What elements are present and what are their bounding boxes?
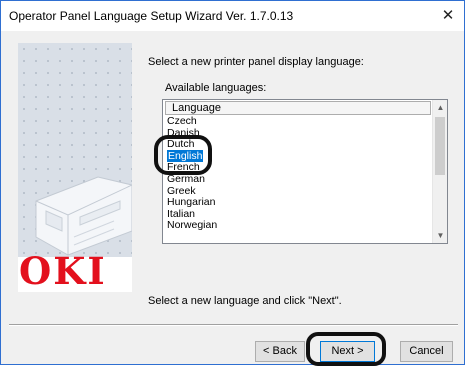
next-highlight-ring	[306, 332, 386, 366]
instruction-text: Select a new printer panel display langu…	[148, 56, 364, 68]
oki-logo: OKI	[19, 249, 107, 292]
title-bar: Operator Panel Language Setup Wizard Ver…	[1, 1, 464, 31]
divider	[9, 324, 458, 326]
back-button[interactable]: < Back	[255, 341, 305, 362]
scroll-down-icon[interactable]: ▼	[433, 228, 447, 243]
list-item[interactable]: Norwegian	[165, 220, 433, 232]
scroll-up-icon[interactable]: ▲	[433, 100, 447, 115]
list-item-label: Greek	[167, 184, 196, 197]
language-column-header[interactable]: Language	[165, 101, 431, 115]
scroll-thumb[interactable]	[435, 117, 445, 175]
list-item-label: Hungarian	[167, 196, 216, 209]
printer-illustration: OKI	[18, 43, 132, 292]
list-item-label: Czech	[167, 115, 197, 127]
wizard-window: Operator Panel Language Setup Wizard Ver…	[0, 0, 465, 366]
list-item[interactable]: German	[165, 173, 433, 186]
language-list: Czech Danish Dutch English French German…	[165, 115, 433, 232]
english-highlight-ring	[154, 135, 212, 175]
list-item[interactable]: Czech	[165, 115, 433, 128]
list-item-label: Norwegian	[167, 219, 218, 232]
close-icon[interactable]: ✕	[432, 1, 464, 31]
window-title: Operator Panel Language Setup Wizard Ver…	[9, 9, 294, 23]
footer-instruction: Select a new language and click "Next".	[148, 295, 342, 307]
cancel-button[interactable]: Cancel	[400, 341, 453, 362]
list-item[interactable]: Hungarian	[165, 196, 433, 209]
available-languages-label: Available languages:	[165, 82, 267, 94]
listbox-scrollbar[interactable]: ▲ ▼	[432, 100, 447, 243]
list-item-label: Italian	[167, 207, 196, 220]
